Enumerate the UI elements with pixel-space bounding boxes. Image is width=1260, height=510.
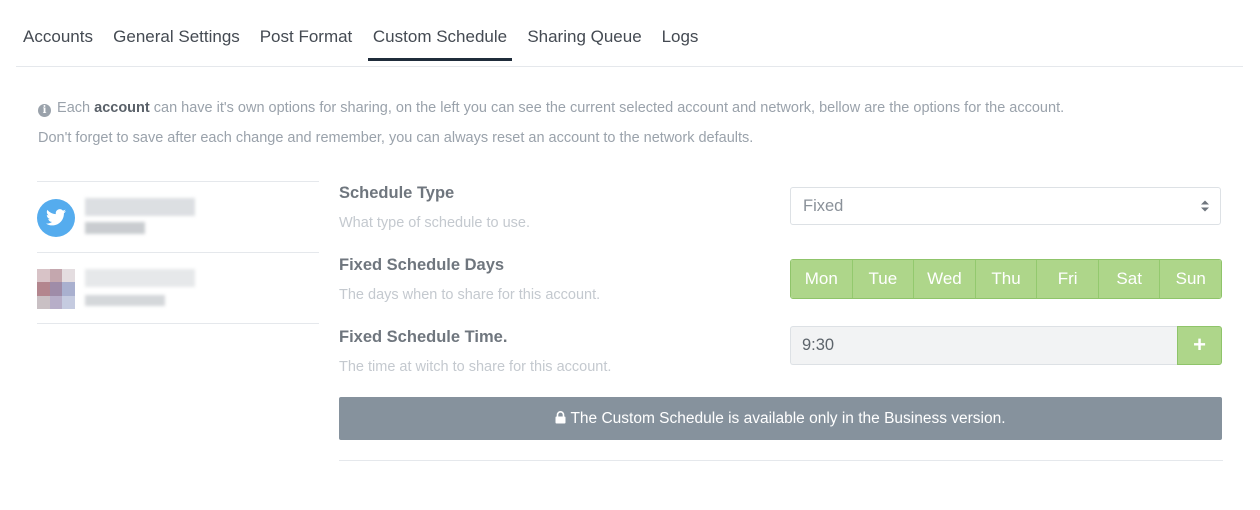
schedule-type-description: What type of schedule to use.	[339, 215, 531, 231]
day-selector: Mon Tue Wed Thu Fri Sat Sun	[790, 259, 1222, 299]
day-thu-button[interactable]: Thu	[975, 260, 1038, 298]
account-item[interactable]	[37, 252, 319, 324]
info-circle-icon: i	[38, 104, 51, 117]
account-list	[37, 181, 319, 324]
schedule-days-label: Fixed Schedule Days	[339, 256, 505, 274]
schedule-days-description: The days when to share for this account.	[339, 287, 601, 303]
schedule-type-label: Schedule Type	[339, 184, 455, 202]
tab-post-format[interactable]: Post Format	[259, 18, 353, 58]
tab-general-settings[interactable]: General Settings	[113, 18, 240, 58]
divider	[339, 460, 1223, 461]
day-fri-button[interactable]: Fri	[1037, 260, 1099, 298]
banner-text: The Custom Schedule is available only in…	[570, 410, 1006, 427]
account-item[interactable]	[37, 181, 319, 252]
schedule-time-label: Fixed Schedule Time.	[339, 328, 508, 346]
lock-icon	[555, 411, 566, 424]
business-version-banner: The Custom Schedule is available only in…	[339, 397, 1222, 440]
avatar-icon	[37, 269, 75, 309]
schedule-type-value: Fixed	[803, 197, 844, 215]
add-time-button[interactable]: +	[1177, 326, 1222, 365]
account-name-blurred	[85, 198, 195, 216]
account-handle-blurred	[85, 295, 165, 306]
twitter-icon	[37, 199, 75, 237]
tab-logs[interactable]: Logs	[660, 18, 700, 58]
select-arrows-icon	[1201, 200, 1209, 212]
schedule-time-input[interactable]: 9:30	[790, 326, 1178, 365]
schedule-time-description: The time at witch to share for this acco…	[339, 359, 612, 375]
day-tue-button[interactable]: Tue	[852, 260, 915, 298]
day-wed-button[interactable]: Wed	[914, 260, 976, 298]
day-sat-button[interactable]: Sat	[1098, 260, 1161, 298]
day-mon-button[interactable]: Mon	[791, 260, 853, 298]
tab-accounts[interactable]: Accounts	[22, 18, 94, 58]
schedule-type-select[interactable]: Fixed	[790, 187, 1221, 225]
tab-bar: Accounts General Settings Post Format Cu…	[16, 0, 1243, 67]
account-handle-blurred	[85, 222, 145, 234]
info-text: i Each account can have it's own options…	[38, 93, 1228, 153]
tab-sharing-queue[interactable]: Sharing Queue	[526, 18, 643, 58]
info-line-2: Don't forget to save after each change a…	[38, 130, 754, 146]
account-name-blurred	[85, 269, 195, 287]
day-sun-button[interactable]: Sun	[1160, 260, 1221, 298]
tab-custom-schedule[interactable]: Custom Schedule	[368, 18, 512, 61]
